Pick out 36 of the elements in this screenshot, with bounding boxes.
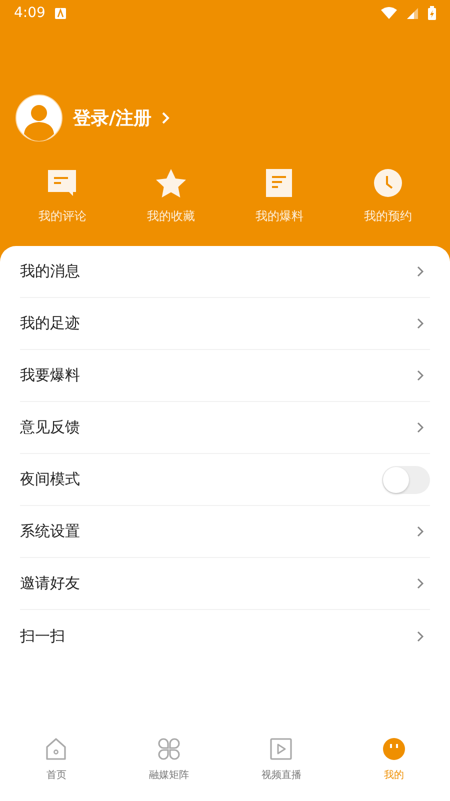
chevron-icon (162, 112, 170, 124)
nav-tab[interactable]: 我的 (338, 729, 450, 791)
clock-icon (372, 168, 403, 198)
chevron-icon (417, 370, 424, 381)
star-icon (154, 168, 187, 198)
home-icon (45, 738, 68, 760)
menu-row[interactable]: 扫一扫 (20, 610, 430, 662)
menu-row[interactable]: 夜间模式 (20, 454, 430, 506)
video-icon (270, 738, 292, 760)
comment-icon (47, 168, 78, 198)
grid-icon (158, 738, 180, 760)
nav-tab[interactable]: 视频直播 (225, 729, 338, 791)
chevron-icon (417, 630, 424, 642)
menu-row[interactable]: 我的消息 (20, 246, 430, 298)
battery-icon (428, 6, 436, 20)
face-icon (382, 738, 405, 760)
menu-row[interactable]: 我的足迹 (20, 298, 430, 350)
wifi-icon (381, 7, 397, 19)
toggle-switch[interactable] (382, 466, 430, 494)
chevron-icon (417, 266, 424, 277)
nav-tab[interactable]: 首页 (0, 729, 112, 791)
avatar-icon[interactable] (15, 94, 63, 142)
status-time: 4:09 (14, 5, 46, 21)
chevron-icon (417, 318, 424, 329)
signal-icon (407, 8, 418, 18)
chevron-icon (417, 526, 424, 537)
notification-icon (55, 8, 66, 18)
menu-row[interactable]: 邀请好友 (20, 558, 430, 610)
menu-row[interactable]: 我要爆料 (20, 350, 430, 402)
menu-row[interactable]: 系统设置 (20, 506, 430, 558)
chevron-icon (417, 422, 424, 433)
nav-tab[interactable]: 融媒矩阵 (112, 729, 225, 791)
login-link[interactable]: 登录/注册 (73, 106, 170, 130)
chevron-icon (417, 578, 424, 589)
menu-row[interactable]: 意见反馈 (20, 402, 430, 454)
document-icon (266, 168, 292, 198)
